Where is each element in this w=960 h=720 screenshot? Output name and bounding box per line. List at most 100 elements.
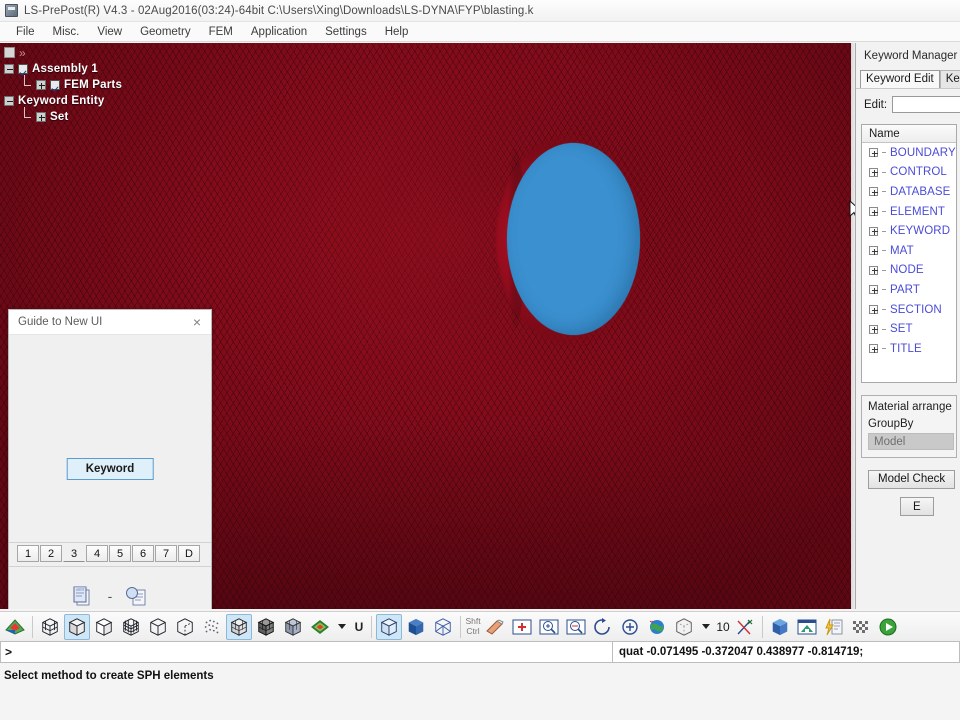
tree-dash [882,211,886,213]
menu-geometry[interactable]: Geometry [131,24,200,40]
fringe-component-label[interactable]: U [351,614,367,640]
mesh-grid-icon[interactable] [118,614,144,640]
checker-icon[interactable] [848,614,874,640]
reset-view-icon[interactable] [617,614,643,640]
menu-help[interactable]: Help [376,24,418,40]
expander-plus-icon[interactable] [869,305,878,315]
keyword-item-keyword[interactable]: KEYWORD [862,221,956,241]
page-button-7[interactable]: 7 [155,545,177,562]
edit-input[interactable] [892,96,960,113]
tree-node-set[interactable]: Set [4,107,240,125]
expander-plus-icon[interactable] [869,265,878,275]
globe-icon[interactable] [644,614,670,640]
keyword-item-set[interactable]: SET [862,319,956,339]
zoom-area-icon[interactable] [563,614,589,640]
keyword-item-section[interactable]: SECTION [862,300,956,320]
expander-plus-icon[interactable] [869,344,878,354]
menu-application[interactable]: Application [242,24,316,40]
hidden-line-icon[interactable] [145,614,171,640]
page-button-4[interactable]: 4 [86,545,108,562]
tree-collapse-box[interactable] [4,47,15,58]
model-check-button[interactable]: Model Check [868,469,956,489]
keyword-item-element[interactable]: ELEMENT [862,202,956,222]
lightning-page-icon[interactable] [821,614,847,640]
page-button-5[interactable]: 5 [109,545,131,562]
visibility-checkbox[interactable] [18,64,28,74]
expander-plus-icon[interactable] [36,80,46,90]
menu-file[interactable]: File [7,24,44,40]
tree-node-fem-parts[interactable]: FEM Parts [4,75,240,93]
zoom-window-icon[interactable] [509,614,535,640]
shaded-cube-icon[interactable] [64,613,90,640]
solid-cube-icon[interactable] [376,613,402,640]
clipped-action-button[interactable]: E [900,497,934,516]
sph-sphere-part[interactable] [507,143,640,335]
axis-scissors-icon[interactable] [732,614,758,640]
expander-plus-icon[interactable] [869,207,878,217]
home-view-icon[interactable] [794,614,820,640]
expander-plus-icon[interactable] [869,226,878,236]
command-input[interactable]: > [0,641,613,663]
hand-pan-icon[interactable] [482,614,508,640]
keyword-item-control[interactable]: CONTROL [862,163,956,183]
expander-plus-icon[interactable] [36,112,46,122]
menu-fem[interactable]: FEM [200,24,242,40]
expander-plus-icon[interactable] [869,167,878,177]
feature-line-icon[interactable] [172,614,198,640]
expander-plus-icon[interactable] [869,246,878,256]
3d-viewport[interactable]: » Assembly 1 FEM Parts Keyword Entity Se… [0,43,855,609]
duplicate-pages-icon[interactable] [124,584,150,608]
keyword-item-title[interactable]: TITLE [862,339,956,359]
particle-dots-icon[interactable] [199,614,225,640]
keyword-item-boundary[interactable]: BOUNDARY [862,143,956,163]
mesh-wireframe-icon[interactable] [37,614,63,640]
tab-keyword-edit[interactable]: Keyword Edit [860,70,940,88]
expander-plus-icon[interactable] [869,285,878,295]
keyword-item-part[interactable]: PART [862,280,956,300]
tree-header[interactable]: » [4,47,240,59]
close-icon[interactable]: × [187,312,207,332]
wireframe-box-icon[interactable] [430,614,456,640]
keyword-item-node[interactable]: NODE [862,261,956,281]
smooth-shade-icon[interactable] [91,614,117,640]
tree-node-assembly[interactable]: Assembly 1 [4,61,240,77]
expander-plus-icon[interactable] [869,148,878,158]
menu-view[interactable]: View [88,24,131,40]
groupby-select[interactable]: Model [868,433,954,450]
expander-minus-icon[interactable] [4,96,14,106]
keyword-item-database[interactable]: DATABASE [862,182,956,202]
bounding-box-icon[interactable] [671,614,697,640]
tree-node-keyword-entity[interactable]: Keyword Entity [4,93,240,109]
expander-minus-icon[interactable] [4,64,14,74]
chevron-right-icon[interactable]: » [19,47,26,59]
filled-cube-icon[interactable] [403,614,429,640]
rotate-icon[interactable] [590,614,616,640]
color-fringe-icon[interactable] [307,614,333,640]
page-button-2[interactable]: 2 [40,545,62,562]
quaternion-readout: quat -0.071495 -0.372047 0.438977 -0.814… [613,641,960,663]
visibility-checkbox[interactable] [50,80,60,90]
menu-settings[interactable]: Settings [316,24,376,40]
transparent-cube-icon[interactable] [280,614,306,640]
page-button-1[interactable]: 1 [17,545,39,562]
keyword-list[interactable]: Name BOUNDARY CONTROL DATABASE ELEMENT K… [861,124,957,383]
menu-misc[interactable]: Misc. [44,24,89,40]
expander-plus-icon[interactable] [869,187,878,197]
zoom-in-icon[interactable] [536,614,562,640]
tree-dash [882,152,886,154]
copy-pages-icon[interactable] [70,584,96,608]
zoom-value-label[interactable]: 10 [715,614,731,640]
page-button-6[interactable]: 6 [132,545,154,562]
contour-fringe-icon[interactable] [2,614,28,640]
tab-keyword-search[interactable]: Key [939,70,960,88]
keyword-button[interactable]: Keyword [66,458,154,480]
shaded-mesh-icon[interactable] [226,613,252,640]
expander-plus-icon[interactable] [869,324,878,334]
keyword-item-mat[interactable]: MAT [862,241,956,261]
fringe-dropdown-arrow[interactable] [334,614,350,640]
page-button-d[interactable]: D [178,545,200,562]
part-cube-icon[interactable] [767,614,793,640]
play-button-icon[interactable] [875,614,901,640]
shaded-edges-icon[interactable] [253,614,279,640]
page-button-3[interactable]: 3 [63,545,85,562]
